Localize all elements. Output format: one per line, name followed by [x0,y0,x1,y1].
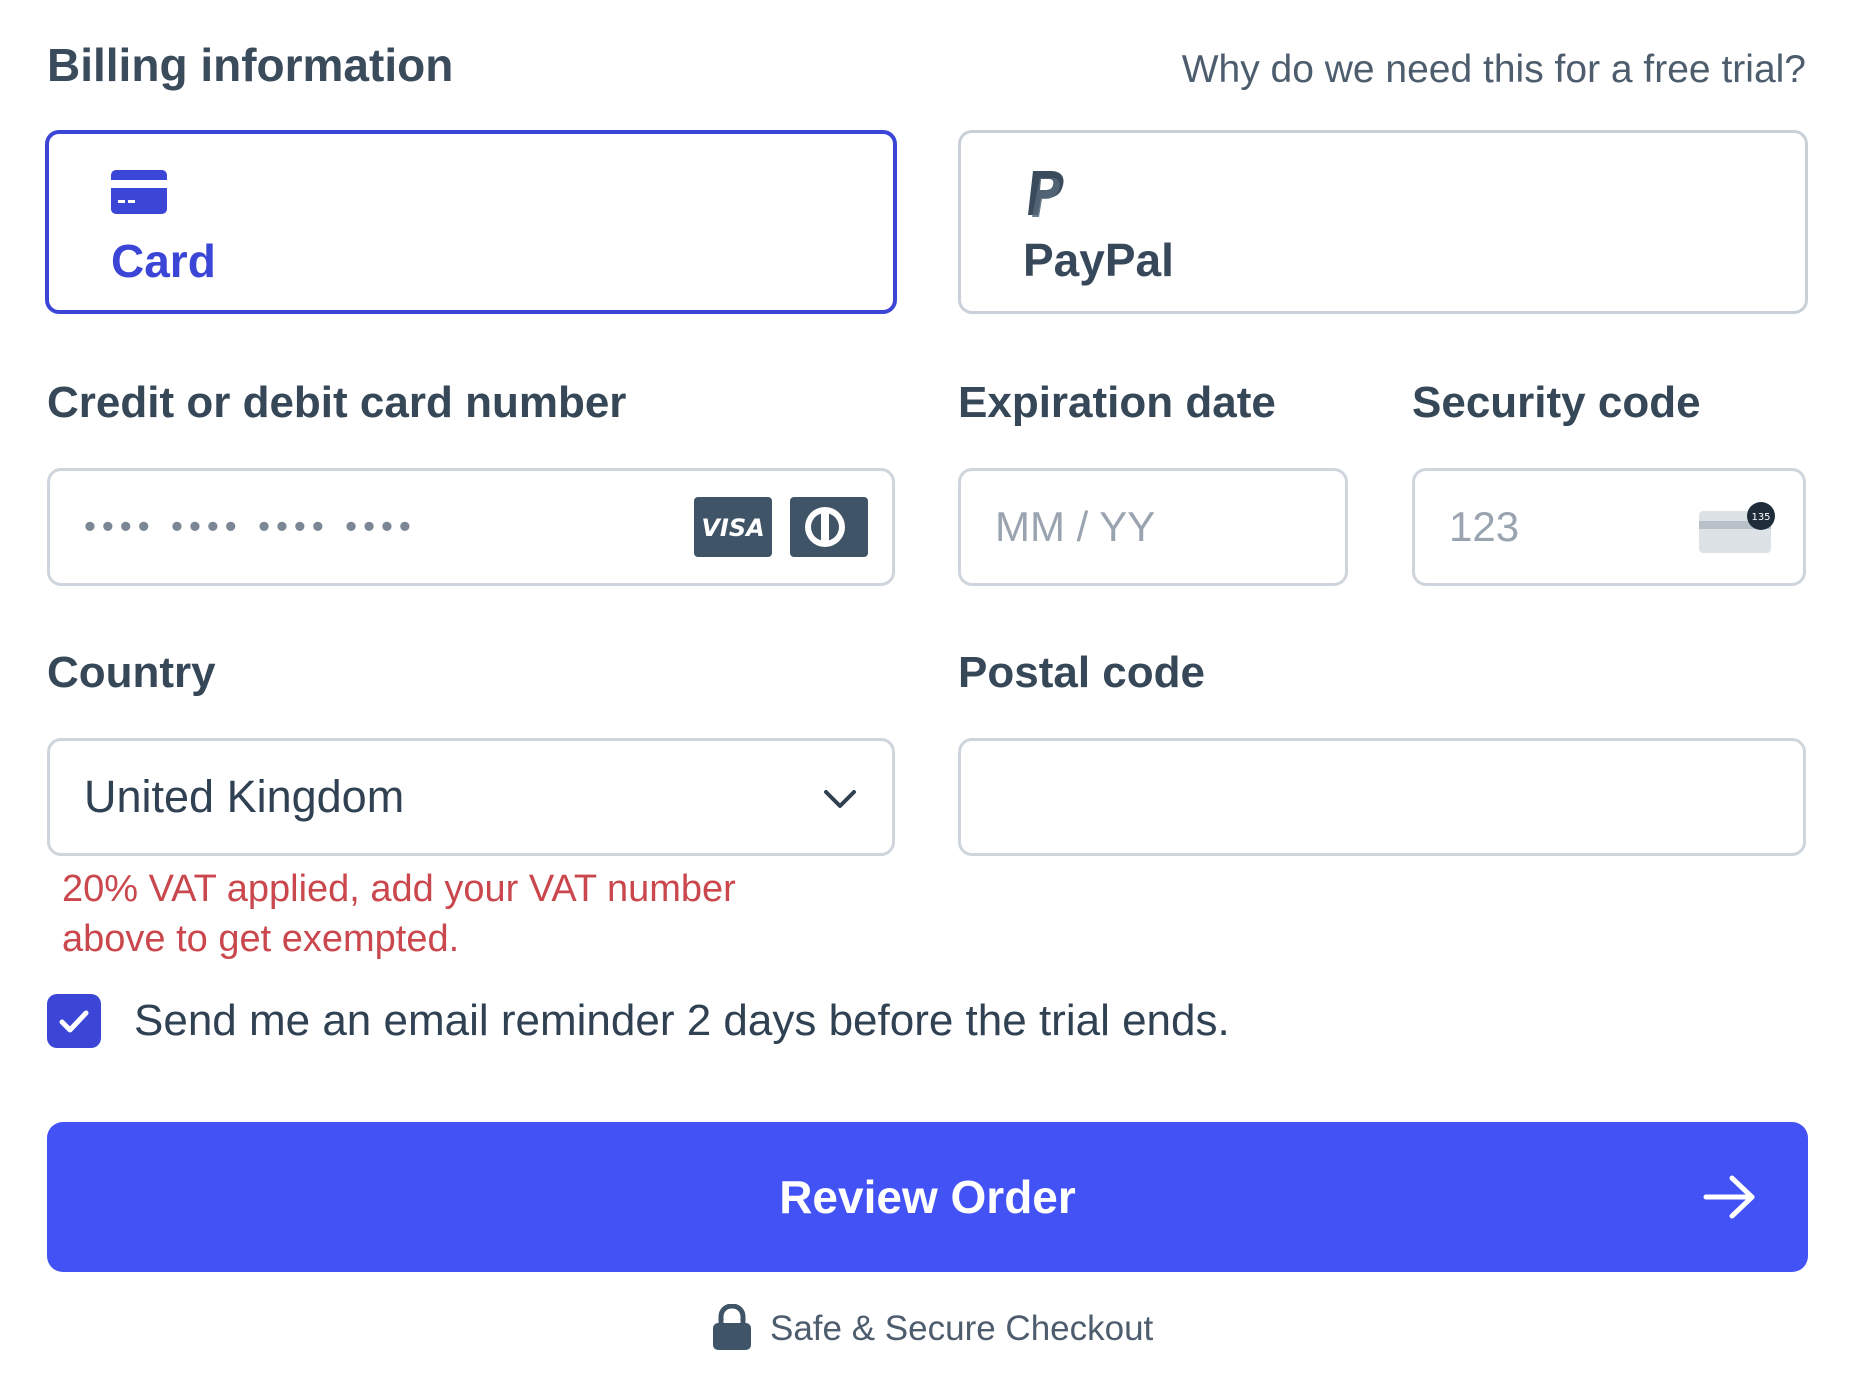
reminder-label[interactable]: Send me an email reminder 2 days before … [134,996,1230,1046]
card-number-field[interactable]: •••• •••• •••• •••• VISA [47,468,895,586]
expiration-date-label: Expiration date [958,378,1276,427]
chevron-down-icon [822,783,858,818]
billing-form: Billing information Why do we need this … [0,0,1851,1386]
vat-note: 20% VAT applied, add your VAT number abo… [62,868,736,960]
secure-checkout-note: Safe & Secure Checkout [712,1302,1154,1355]
postal-code-label: Postal code [958,648,1205,697]
payment-method-label: Card [111,235,216,287]
payment-method-card[interactable]: Card [45,130,897,314]
section-title: Billing information [47,39,454,91]
review-order-label: Review Order [779,1171,1076,1223]
country-label: Country [47,648,216,697]
cvc-card-icon: 135 [1699,501,1775,558]
review-order-button[interactable]: Review Order [47,1122,1808,1272]
checkmark-icon [59,1010,89,1033]
security-code-label: Security code [1412,378,1701,427]
visa-icon: VISA [694,497,772,562]
paypal-icon [1023,169,1069,224]
credit-card-icon [111,170,167,219]
card-number-label: Credit or debit card number [47,378,627,427]
expiration-date-input[interactable] [961,471,1345,583]
arrow-right-icon [1702,1174,1758,1223]
expiration-date-field[interactable] [958,468,1348,586]
lock-icon [712,1302,752,1355]
visa-logo-text: VISA [701,514,764,542]
secure-checkout-text: Safe & Secure Checkout [770,1309,1154,1348]
payment-method-label: PayPal [1023,234,1174,286]
postal-code-input[interactable] [961,741,1803,853]
cvc-badge-text: 135 [1751,512,1770,523]
diners-club-icon [790,497,868,562]
security-code-field[interactable]: 135 [1412,468,1806,586]
reminder-checkbox[interactable] [47,994,101,1048]
postal-code-field[interactable] [958,738,1806,856]
payment-method-paypal[interactable]: PayPal [958,130,1808,314]
country-select-value: United Kingdom [84,771,405,822]
why-free-trial-link[interactable]: Why do we need this for a free trial? [1182,48,1806,92]
country-select[interactable]: United Kingdom [47,738,895,856]
